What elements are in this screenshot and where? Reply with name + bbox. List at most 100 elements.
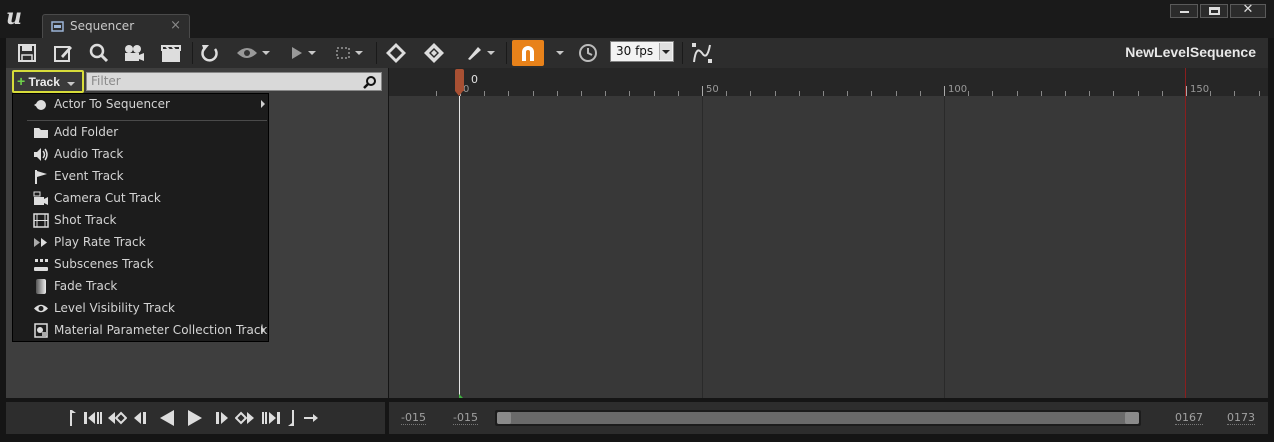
sequencer-window: u Sequencer × ✕ 30 fps NewLevelSequence …: [0, 0, 1274, 442]
menu-item-level-visibility-track[interactable]: Level Visibility Track: [13, 298, 268, 319]
timeline-scrollbar[interactable]: [495, 410, 1141, 426]
play-reverse-icon: [160, 410, 174, 426]
to-start-button[interactable]: [82, 409, 104, 427]
close-icon: ✕: [1242, 2, 1254, 17]
playhead-handle[interactable]: [455, 69, 464, 96]
search-icon: [363, 76, 376, 89]
ruler-tick: [1137, 91, 1139, 96]
set-end-icon: [288, 410, 294, 426]
unreal-logo-icon: u: [6, 4, 22, 30]
undo-icon: [201, 45, 218, 62]
maximize-button[interactable]: [1200, 4, 1228, 18]
curve-editor-button[interactable]: [688, 40, 716, 66]
toolbar-separator: [506, 42, 507, 64]
ruler-tick: [653, 91, 655, 96]
edit-tool-button[interactable]: [462, 40, 498, 66]
menu-item-add-folder[interactable]: Add Folder: [13, 122, 268, 143]
create-camera-button[interactable]: [158, 40, 184, 66]
find-button[interactable]: [86, 40, 112, 66]
filter-input[interactable]: Filter: [86, 72, 382, 91]
select-range-button[interactable]: [332, 40, 366, 66]
menu-item-material-parameter-collection-track[interactable]: Material Parameter Collection Track: [13, 320, 268, 341]
playhead-line: [459, 96, 460, 398]
timeline-gridline: [944, 96, 945, 398]
material-icon: [34, 323, 48, 338]
menu-item-play-rate-track[interactable]: Play Rate Track: [13, 232, 268, 253]
tab-sequencer[interactable]: Sequencer ×: [42, 14, 190, 38]
sequencer-tab-icon: [51, 21, 64, 32]
tab-close-icon[interactable]: ×: [170, 18, 181, 33]
playback-options-button[interactable]: [286, 40, 320, 66]
ruler-tick: [1113, 91, 1115, 96]
fps-select[interactable]: 30 fps: [610, 41, 674, 62]
menu-item-label: Level Visibility Track: [54, 301, 175, 315]
add-track-label: Track: [28, 75, 60, 89]
plus-icon: +: [17, 73, 26, 89]
sequence-name: NewLevelSequence: [1125, 44, 1256, 60]
step-back-button[interactable]: [132, 409, 148, 427]
menu-item-event-track[interactable]: Event Track: [13, 166, 268, 187]
play-reverse-button[interactable]: [158, 409, 176, 427]
time-ruler[interactable]: 0 50 100 150: [389, 68, 1268, 96]
snap-toggle-button[interactable]: [512, 40, 544, 66]
step-forward-icon: [216, 412, 228, 424]
to-end-button[interactable]: [260, 409, 282, 427]
render-movie-button[interactable]: [120, 40, 148, 66]
loop-button[interactable]: [302, 409, 320, 427]
prev-key-button[interactable]: [106, 409, 128, 427]
view-start-field[interactable]: -015: [401, 411, 426, 425]
add-key-button[interactable]: [382, 40, 410, 66]
undo-button[interactable]: [198, 40, 222, 66]
key-group-button[interactable]: [420, 40, 448, 66]
transport-controls: [6, 402, 385, 434]
chevron-down-icon: [308, 51, 316, 55]
view-end-field[interactable]: 0173: [1227, 411, 1255, 425]
save-as-button[interactable]: [50, 40, 76, 66]
scrollbar-right-handle[interactable]: [1125, 412, 1139, 424]
add-track-button[interactable]: + Track: [12, 70, 84, 93]
ruler-tick: [895, 91, 897, 96]
set-end-button[interactable]: [286, 409, 298, 427]
menu-item-actor-to-sequencer[interactable]: Actor To Sequencer: [13, 94, 268, 115]
scrollbar-thumb[interactable]: [497, 412, 1139, 424]
playback-options-icon: [292, 47, 302, 59]
playback-start-field[interactable]: -015: [453, 411, 478, 425]
next-key-icon: [235, 411, 254, 425]
chevron-down-icon: [355, 51, 363, 55]
time-icon: [579, 44, 597, 62]
find-icon: [89, 43, 109, 63]
filter-placeholder: Filter: [91, 74, 121, 88]
menu-item-audio-track[interactable]: Audio Track: [13, 144, 268, 165]
timeline-gridline: [702, 96, 703, 398]
menu-item-fade-track[interactable]: Fade Track: [13, 276, 268, 297]
snap-options-button[interactable]: [550, 40, 566, 66]
menu-item-camera-cut-track[interactable]: Camera Cut Track: [13, 188, 268, 209]
play-button[interactable]: [186, 409, 204, 427]
ruler-tick: [750, 91, 752, 96]
playback-end-field[interactable]: 0167: [1175, 411, 1203, 425]
step-forward-button[interactable]: [214, 409, 230, 427]
set-start-button[interactable]: [66, 409, 78, 427]
menu-item-shot-track[interactable]: Shot Track: [13, 210, 268, 231]
view-options-button[interactable]: [234, 40, 272, 66]
ruler-tick: [968, 91, 970, 96]
tick-label-100: 100: [948, 84, 968, 95]
time-settings-button[interactable]: [576, 40, 600, 66]
scrollbar-left-handle[interactable]: [497, 412, 511, 424]
save-icon: [18, 44, 36, 62]
playback-start-marker: [459, 394, 463, 398]
save-button[interactable]: [14, 40, 40, 66]
folder-icon: [34, 128, 48, 138]
ruler-tick: [677, 91, 679, 96]
close-window-button[interactable]: ✕: [1230, 2, 1266, 18]
ruler-tick: [1089, 91, 1091, 96]
ruler-tick: [1234, 91, 1236, 96]
timeline-area[interactable]: 0 50 100 150 0: [389, 68, 1268, 398]
menu-item-subscenes-track[interactable]: Subscenes Track: [13, 254, 268, 275]
ruler-tick: [774, 91, 776, 96]
menu-item-label: Camera Cut Track: [54, 191, 161, 205]
next-key-button[interactable]: [234, 409, 256, 427]
ruler-tick: [1161, 91, 1163, 96]
minimize-button[interactable]: [1170, 4, 1198, 18]
playback-end-marker[interactable]: [1185, 68, 1186, 398]
